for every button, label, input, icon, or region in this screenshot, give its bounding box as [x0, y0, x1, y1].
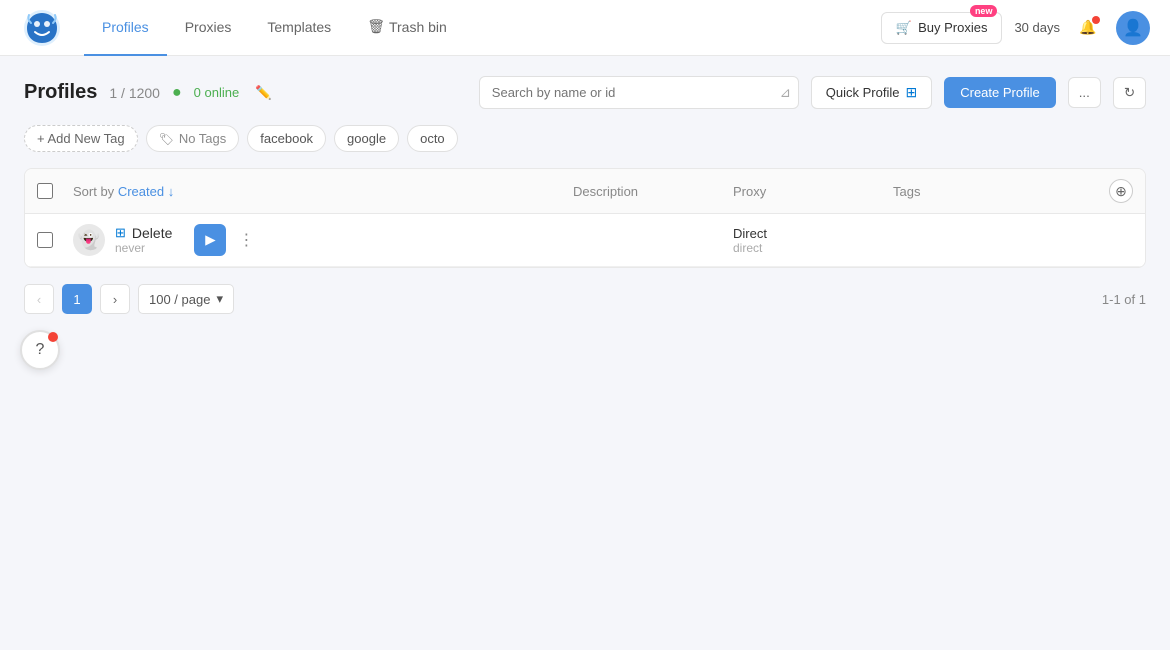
plus-circle-icon: ⊕ [1115, 183, 1127, 200]
proxy-name: Direct [733, 226, 893, 241]
search-box: ⊿ [479, 76, 799, 109]
pagination: ‹ 1 › 100 / page ▾ 1-1 of 1 [24, 268, 1146, 330]
main-nav: Profiles Proxies Templates 🗑 Trash bin [84, 0, 881, 56]
nav-proxies[interactable]: Proxies [167, 0, 250, 56]
help-button[interactable]: ? [20, 330, 60, 370]
header-right: new 🛒 Buy Proxies 30 days 🔔 👤 [881, 11, 1150, 45]
proxy-column-header: Proxy [733, 184, 893, 199]
page-header: Profiles 1 / 1200 ● 0 online ✏️ ⊿ Quick … [24, 76, 1146, 109]
tag-icon: 🏷 [159, 132, 174, 146]
profile-more-button[interactable]: ⋮ [232, 226, 260, 254]
table-row: 👻 ⊞ Delete never ▶ ⋮ [25, 214, 1145, 267]
pencil-icon: ✏️ [255, 85, 272, 100]
header: Profiles Proxies Templates 🗑 Trash bin n… [0, 0, 1170, 56]
profile-count: 1 / 1200 [109, 85, 160, 101]
nav-profiles[interactable]: Profiles [84, 0, 167, 56]
app-logo [20, 6, 64, 50]
online-count: 0 online [194, 85, 240, 100]
refresh-button[interactable]: ↻ [1113, 77, 1146, 109]
tag-google[interactable]: google [334, 125, 399, 152]
question-mark-icon: ? [36, 341, 45, 359]
filter-icon: ⊿ [780, 85, 791, 100]
cart-icon: 🛒 [896, 20, 912, 36]
profile-name: Delete [132, 225, 172, 241]
trash-icon: 🗑 [367, 18, 385, 35]
notifications-button[interactable]: 🔔 [1072, 12, 1104, 44]
add-tag-button[interactable]: + Add New Tag [24, 125, 138, 152]
proxy-info: Direct direct [733, 226, 893, 255]
profile-last-used: never [115, 241, 172, 255]
dots-icon: ⋮ [238, 230, 254, 250]
refresh-icon: ↻ [1124, 85, 1135, 100]
tag-octo[interactable]: octo [407, 125, 458, 152]
nav-templates[interactable]: Templates [249, 0, 349, 56]
online-dot: ● [172, 84, 182, 102]
create-profile-button[interactable]: Create Profile [944, 77, 1055, 108]
profile-avatar: 👻 [73, 224, 105, 256]
select-all-checkbox[interactable] [37, 183, 53, 199]
days-badge: 30 days [1014, 20, 1060, 35]
profiles-table: Sort by Created ↓ Description Proxy Tags… [24, 168, 1146, 268]
help-dot [48, 332, 58, 342]
tag-no-tags[interactable]: 🏷 No Tags [146, 125, 240, 152]
row-actions: ▶ ⋮ [194, 224, 260, 256]
description-column-header: Description [573, 184, 733, 199]
next-page-button[interactable]: › [100, 284, 130, 314]
main-content: Profiles 1 / 1200 ● 0 online ✏️ ⊿ Quick … [0, 56, 1170, 350]
buy-proxies-button[interactable]: new 🛒 Buy Proxies [881, 12, 1003, 44]
edit-icon-button[interactable]: ✏️ [251, 81, 276, 105]
proxy-type: direct [733, 241, 893, 255]
prev-page-button[interactable]: ‹ [24, 284, 54, 314]
row-checkbox[interactable] [37, 232, 53, 248]
play-profile-button[interactable]: ▶ [194, 224, 226, 256]
windows-icon: ⊞ [906, 84, 918, 101]
table-header: Sort by Created ↓ Description Proxy Tags… [25, 169, 1145, 214]
notification-dot [1092, 16, 1100, 24]
current-page-button[interactable]: 1 [62, 284, 92, 314]
user-avatar[interactable]: 👤 [1116, 11, 1150, 45]
per-page-selector[interactable]: 100 / page ▾ [138, 284, 234, 314]
tags-column-header: Tags [893, 184, 1073, 199]
sort-arrow-icon: ↓ [168, 184, 175, 199]
quick-profile-button[interactable]: Quick Profile ⊞ [811, 76, 932, 109]
new-badge: new [970, 5, 998, 17]
chevron-down-icon: ▾ [216, 291, 223, 307]
page-title: Profiles [24, 81, 97, 104]
nav-trash[interactable]: 🗑 Trash bin [349, 0, 465, 56]
search-input[interactable] [479, 76, 799, 109]
title-column-header: Sort by Created ↓ [73, 184, 573, 199]
tags-bar: + Add New Tag 🏷 No Tags facebook google … [24, 125, 1146, 152]
more-options-button[interactable]: ... [1068, 77, 1101, 108]
avatar-ghost-icon: 👻 [78, 230, 100, 251]
os-windows-icon: ⊞ [115, 225, 126, 241]
play-icon: ▶ [205, 232, 215, 248]
profile-info: 👻 ⊞ Delete never ▶ ⋮ [73, 224, 573, 256]
tag-facebook[interactable]: facebook [247, 125, 326, 152]
filter-button[interactable]: ⊿ [780, 85, 791, 101]
page-info: 1-1 of 1 [1102, 292, 1146, 307]
add-column-button[interactable]: ⊕ [1109, 179, 1133, 203]
